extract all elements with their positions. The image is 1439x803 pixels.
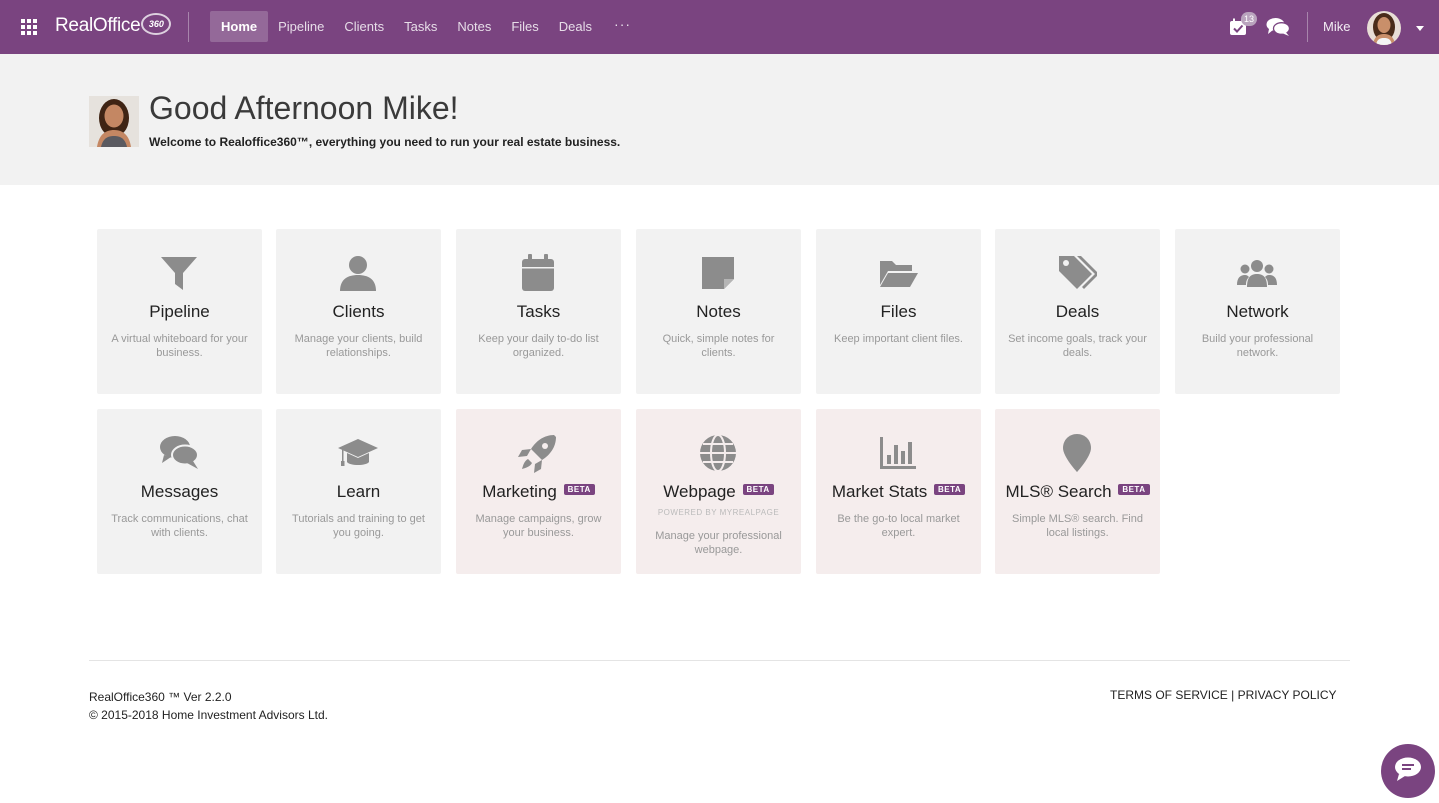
tile-description: A virtual whiteboard for your business. (111, 333, 248, 359)
tile-mls-search[interactable]: MLS® Search BETA Simple MLS® search. Fin… (995, 409, 1160, 574)
powered-by-label: POWERED BY MYREALPAGE (657, 508, 780, 517)
logo-text: RealOffice (55, 15, 141, 36)
tile-title: MLS® Search (1005, 482, 1112, 501)
main-nav: Home Pipeline Clients Tasks Notes Files … (210, 11, 643, 42)
footer-links: TERMS OF SERVICE | PRIVACY POLICY (1110, 688, 1337, 702)
tile-description: Quick, simple notes for clients. (662, 333, 775, 359)
tile-title: Notes (696, 302, 741, 321)
nav-pipeline[interactable]: Pipeline (268, 11, 334, 42)
tile-files[interactable]: Files Keep important client files. (816, 229, 981, 394)
tile-learn[interactable]: Learn Tutorials and training to get you … (276, 409, 441, 574)
tile-title: Network (1226, 302, 1289, 321)
user-icon (338, 253, 378, 293)
bar-chart-icon (878, 433, 918, 473)
avatar[interactable] (1367, 11, 1401, 45)
globe-icon (698, 433, 738, 473)
nav-home[interactable]: Home (210, 11, 269, 42)
privacy-policy-link[interactable]: PRIVACY POLICY (1238, 688, 1337, 702)
tile-marketing[interactable]: Marketing BETA Manage campaigns, grow yo… (456, 409, 621, 574)
nav-files[interactable]: Files (501, 11, 548, 42)
nav-notes[interactable]: Notes (447, 11, 501, 42)
sticky-note-icon (698, 253, 738, 293)
tile-description: Manage your clients, build relationships… (294, 333, 423, 359)
beta-badge: BETA (742, 484, 774, 495)
tile-description: Set income goals, track your deals. (1008, 333, 1147, 359)
tile-title: Clients (332, 302, 385, 321)
greeting-banner: Good Afternoon Mike! Welcome to Realoffi… (0, 54, 1439, 185)
tile-messages[interactable]: Messages Track communications, chat with… (97, 409, 262, 574)
avatar (89, 96, 139, 147)
folder-open-icon (878, 253, 918, 293)
tile-pipeline[interactable]: Pipeline A virtual whiteboard for your b… (97, 229, 262, 394)
tile-title: Market Stats (831, 482, 928, 501)
more-menu-icon[interactable]: ··· (602, 11, 643, 42)
divider (1307, 12, 1308, 42)
funnel-icon (159, 253, 199, 293)
terms-of-service-link[interactable]: TERMS OF SERVICE (1110, 688, 1228, 702)
tile-webpage[interactable]: Webpage BETA POWERED BY MYREALPAGE Manag… (636, 409, 801, 574)
tile-notes[interactable]: Notes Quick, simple notes for clients. (636, 229, 801, 394)
tile-description: Track communications, chat with clients. (111, 513, 248, 539)
greeting-title: Good Afternoon Mike! (149, 90, 459, 126)
beta-badge: BETA (1118, 484, 1150, 495)
tile-title: Webpage (663, 482, 736, 501)
tile-description: Tutorials and training to get you going. (292, 513, 425, 539)
tile-market-stats[interactable]: Market Stats BETA Be the go-to local mar… (816, 409, 981, 574)
tile-description: Be the go-to local market expert. (837, 513, 960, 539)
tile-deals[interactable]: Deals Set income goals, track your deals… (995, 229, 1160, 394)
chat-bubbles-icon[interactable] (1266, 17, 1291, 37)
version-text: RealOffice360 ™ Ver 2.2.0 (89, 690, 232, 704)
user-menu-caret-icon[interactable] (1416, 26, 1424, 31)
graduation-cap-icon (338, 433, 378, 473)
nav-clients[interactable]: Clients (334, 11, 394, 42)
footer-divider (89, 660, 1350, 661)
nav-tasks[interactable]: Tasks (394, 11, 447, 42)
tile-description: Simple MLS® search. Find local listings. (1012, 513, 1143, 539)
chat-widget-button[interactable] (1381, 744, 1435, 798)
map-marker-icon (1057, 433, 1097, 473)
tile-description: Manage your professional webpage. (655, 530, 782, 556)
app-grid-icon[interactable] (21, 19, 37, 35)
user-name[interactable]: Mike (1323, 19, 1350, 34)
copyright-text: © 2015-2018 Home Investment Advisors Ltd… (89, 708, 328, 722)
link-separator: | (1227, 688, 1238, 702)
tile-title: Tasks (516, 302, 561, 321)
tile-title: Pipeline (149, 302, 210, 321)
rocket-icon (518, 433, 558, 473)
tile-title: Files (880, 302, 917, 321)
nav-deals[interactable]: Deals (549, 11, 602, 42)
notification-badge: 13 (1241, 12, 1258, 26)
tile-network[interactable]: Network Build your professional network. (1175, 229, 1340, 394)
beta-badge: BETA (563, 484, 595, 495)
users-icon (1237, 253, 1277, 293)
tags-icon (1057, 253, 1099, 293)
comments-icon (159, 433, 199, 473)
tile-title: Marketing (482, 482, 557, 501)
tile-description: Keep your daily to-do list organized. (478, 333, 599, 359)
divider (188, 12, 189, 42)
footer-info: RealOffice360 ™ Ver 2.2.0 © 2015-2018 Ho… (89, 688, 328, 724)
tile-tasks[interactable]: Tasks Keep your daily to-do list organiz… (456, 229, 621, 394)
realoffice-logo[interactable]: RealOffice 360 (55, 13, 172, 39)
tile-title: Messages (140, 482, 219, 501)
greeting-subtitle: Welcome to Realoffice360™, everything yo… (149, 135, 621, 149)
chat-bubble-icon (1393, 756, 1423, 787)
tile-description: Manage campaigns, grow your business. (475, 513, 602, 539)
tile-description: Keep important client files. (833, 333, 963, 345)
tile-clients[interactable]: Clients Manage your clients, build relat… (276, 229, 441, 394)
beta-badge: BETA (933, 484, 966, 495)
top-navbar: RealOffice 360 Home Pipeline Clients Tas… (0, 0, 1439, 54)
tile-title: Learn (336, 482, 381, 501)
logo-badge: 360 (141, 13, 172, 35)
tile-title: Deals (1055, 302, 1100, 321)
tile-description: Build your professional network. (1201, 333, 1314, 359)
calendar-icon (518, 253, 558, 293)
